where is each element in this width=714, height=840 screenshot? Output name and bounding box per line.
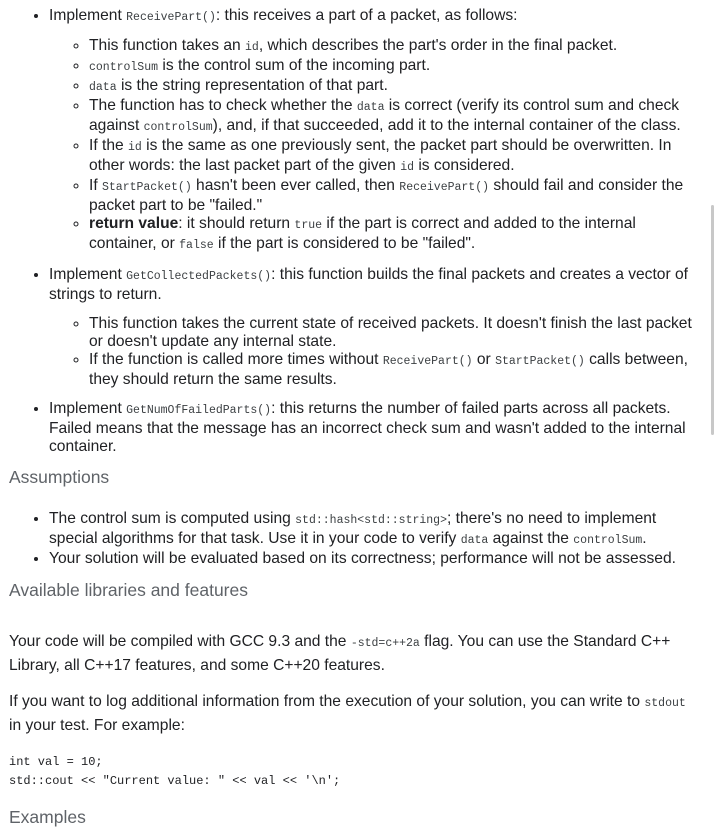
- text: If: [89, 177, 102, 194]
- inline-code: controlSum: [89, 61, 159, 74]
- text: Implement: [49, 7, 127, 24]
- detail-overwrite: If the id is the same as one previously …: [89, 137, 706, 177]
- libraries-paragraph-compiler: Your code will be compiled with GCC 9.3 …: [0, 631, 706, 677]
- function-name: GetNumOfFailedParts(): [126, 404, 272, 417]
- requirements-list: Implement ReceivePart(): this receives a…: [0, 7, 706, 456]
- assumptions-list: The control sum is computed using std::h…: [0, 510, 706, 568]
- examples-heading: Examples: [9, 807, 86, 827]
- assumptions-heading: Assumptions: [9, 467, 110, 487]
- inline-code: data: [356, 101, 385, 114]
- detail-data: data is the string representation of tha…: [89, 77, 706, 97]
- text: ), and, if that succeeded, add it to the…: [212, 117, 681, 134]
- inline-code: id: [245, 41, 259, 54]
- inline-code: StartPacket(): [495, 355, 585, 368]
- detail-controlsum: controlSum is the control sum of the inc…: [89, 57, 706, 77]
- detail-state: This function takes the current state of…: [89, 315, 706, 351]
- code-line: std::cout << "Current value: " << val <<…: [9, 774, 341, 788]
- text: or: [472, 351, 496, 368]
- inline-code: true: [294, 219, 323, 232]
- inline-code: std::hash<std::string>: [295, 514, 447, 527]
- inline-code: id: [128, 141, 142, 154]
- text: : it should return: [178, 215, 295, 232]
- inline-code: id: [400, 161, 414, 174]
- inline-code: data: [89, 81, 117, 94]
- libraries-paragraph-logging: If you want to log additional informatio…: [0, 691, 706, 737]
- inline-code: controlSum: [573, 534, 643, 547]
- detail-id: This function takes an id, which describ…: [89, 37, 706, 57]
- libraries-heading: Available libraries and features: [9, 580, 248, 600]
- text: If you want to log additional informatio…: [9, 693, 645, 710]
- assumption-correctness: Your solution will be evaluated based on…: [49, 550, 706, 568]
- text: The control sum is computed using: [49, 510, 296, 527]
- inline-code: false: [179, 239, 214, 252]
- function-name: GetCollectedPackets(): [126, 270, 272, 283]
- inline-code: controlSum: [143, 121, 213, 134]
- inline-code: data: [460, 534, 489, 547]
- text: .: [642, 530, 647, 547]
- text: is considered.: [414, 157, 515, 174]
- text: is the string representation of that par…: [116, 77, 388, 94]
- text: The function has to check whether the: [89, 97, 357, 114]
- inline-code: ReceivePart(): [382, 355, 473, 368]
- inline-code: ReceivePart(): [399, 181, 490, 194]
- detail-idempotent: If the function is called more times wit…: [89, 351, 706, 389]
- text: Your code will be compiled with GCC 9.3 …: [9, 633, 351, 650]
- collected-packets-details: This function takes the current state of…: [49, 315, 706, 389]
- text: is the control sum of the incoming part.: [158, 57, 431, 74]
- inline-code: StartPacket(): [102, 181, 192, 194]
- text: If the: [89, 137, 129, 154]
- function-name: ReceivePart(): [126, 11, 216, 24]
- problem-statement: Implement ReceivePart(): this receives a…: [0, 0, 706, 828]
- text: : this receives a part of a packet, as f…: [215, 7, 518, 24]
- collected-packets-item: Implement GetCollectedPackets(): this fu…: [49, 266, 706, 389]
- failed-parts-item: Implement GetNumOfFailedParts(): this re…: [49, 400, 706, 456]
- text: Implement: [49, 266, 127, 283]
- inline-code: -std=c++2a: [350, 637, 420, 650]
- detail-verify: The function has to check whether the da…: [89, 97, 706, 137]
- text: , which describes the part's order in th…: [258, 37, 618, 54]
- text: if the part is considered to be "failed"…: [213, 235, 476, 252]
- text: in your test. For example:: [9, 717, 185, 734]
- detail-return-value: return value: it should return true if t…: [89, 215, 706, 255]
- receive-part-item: Implement ReceivePart(): this receives a…: [49, 7, 706, 255]
- code-line: int val = 10;: [9, 755, 103, 769]
- code-example: int val = 10; std::cout << "Current valu…: [0, 753, 706, 791]
- inline-code: stdout: [644, 697, 686, 710]
- text: If the function is called more times wit…: [89, 351, 383, 368]
- text: This function takes an: [89, 37, 246, 54]
- receive-part-details: This function takes an id, which describ…: [49, 37, 706, 255]
- assumption-hash: The control sum is computed using std::h…: [49, 510, 706, 550]
- text: hasn't been ever called, then: [191, 177, 400, 194]
- text: Implement: [49, 400, 127, 417]
- text: against the: [488, 530, 574, 547]
- detail-start-packet: If StartPacket() hasn't been ever called…: [89, 177, 706, 215]
- bold-text: return value: [89, 215, 179, 232]
- text: is the same as one previously sent, the …: [89, 137, 672, 174]
